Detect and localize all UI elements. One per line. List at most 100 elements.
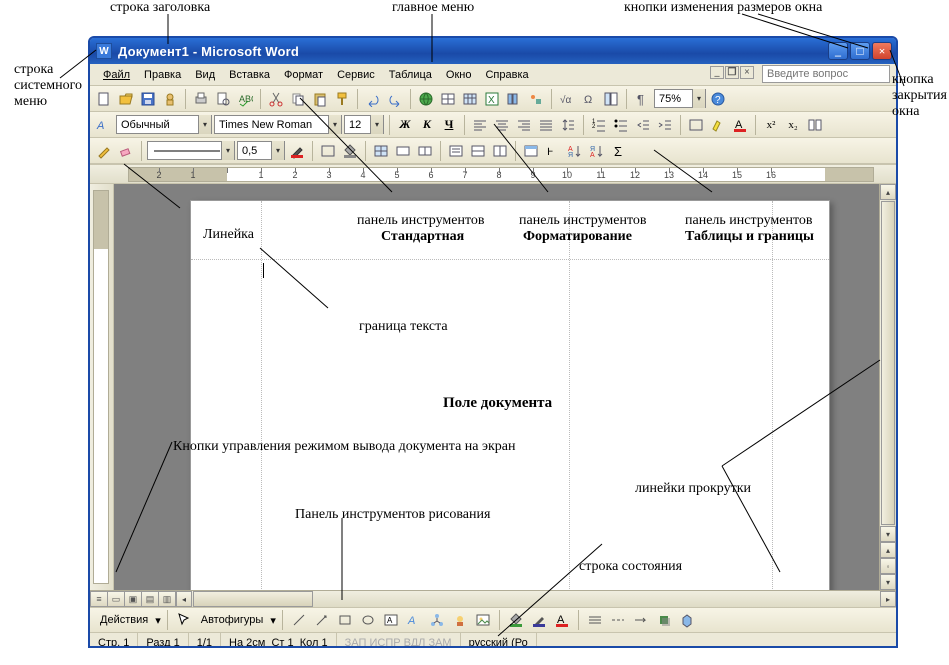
merge-cells-icon[interactable]: [393, 141, 413, 161]
text-direction-icon[interactable]: Ͱ: [543, 141, 563, 161]
columns-icon[interactable]: [504, 89, 524, 109]
zoom-combo[interactable]: 75%▾: [654, 89, 706, 108]
scroll-thumb-h[interactable]: [193, 591, 313, 607]
help-icon[interactable]: ?: [708, 89, 728, 109]
tables-borders-icon[interactable]: [438, 89, 458, 109]
drawing-toggle-icon[interactable]: [526, 89, 546, 109]
font-color2-icon[interactable]: A: [552, 610, 572, 630]
line-spacing-icon[interactable]: [558, 115, 578, 135]
line-weight-combo[interactable]: 0,5▾: [237, 141, 285, 160]
align-right-icon[interactable]: [514, 115, 534, 135]
outdent-icon[interactable]: [633, 115, 653, 135]
3d-icon[interactable]: [677, 610, 697, 630]
spell-check-icon[interactable]: ABC: [235, 89, 255, 109]
menu-window[interactable]: Окно: [439, 67, 479, 83]
open-icon[interactable]: [116, 89, 136, 109]
menu-tools[interactable]: Сервис: [330, 67, 382, 83]
superscript-button[interactable]: x²: [761, 115, 781, 135]
textbox-icon[interactable]: A: [381, 610, 401, 630]
paste-icon[interactable]: [310, 89, 330, 109]
insert-table2-icon[interactable]: [371, 141, 391, 161]
bold-button[interactable]: Ж: [395, 115, 415, 135]
ask-question-box[interactable]: [762, 65, 890, 83]
style-combo[interactable]: Обычный▾: [116, 115, 212, 134]
cell-align-icon[interactable]: [446, 141, 466, 161]
fill-color-icon[interactable]: [506, 610, 526, 630]
outside-border-icon[interactable]: [318, 141, 338, 161]
browse-object-icon[interactable]: ◦: [880, 558, 896, 574]
scroll-down-icon[interactable]: ▾: [880, 526, 896, 542]
hyperlink-icon[interactable]: [416, 89, 436, 109]
bullet-list-icon[interactable]: [611, 115, 631, 135]
save-icon[interactable]: [138, 89, 158, 109]
show-marks-icon[interactable]: ¶: [632, 89, 652, 109]
align-left-icon[interactable]: [470, 115, 490, 135]
view-reading-icon[interactable]: ▥: [158, 591, 176, 607]
format-painter-icon[interactable]: [332, 89, 352, 109]
close-button[interactable]: ×: [872, 42, 892, 60]
shadow-icon[interactable]: [654, 610, 674, 630]
redo-icon[interactable]: [385, 89, 405, 109]
menu-table[interactable]: Таблица: [382, 67, 439, 83]
select-arrow-icon[interactable]: [174, 610, 194, 630]
eraser-icon[interactable]: [116, 141, 136, 161]
subscript-button[interactable]: x₂: [783, 115, 803, 135]
menu-help[interactable]: Справка: [478, 67, 535, 83]
equation-icon[interactable]: √α: [557, 89, 577, 109]
scroll-up-icon[interactable]: ▴: [880, 184, 896, 200]
doc-map-icon[interactable]: [601, 89, 621, 109]
indent-icon[interactable]: [655, 115, 675, 135]
doc-restore[interactable]: ❐: [725, 66, 739, 79]
browse-prev-icon[interactable]: ▴: [880, 542, 896, 558]
scroll-left-icon[interactable]: ◂: [176, 591, 192, 607]
arrow-style-icon[interactable]: [631, 610, 651, 630]
font-size-combo[interactable]: 12▾: [344, 115, 384, 134]
split-cells-icon[interactable]: [415, 141, 435, 161]
print-icon[interactable]: [191, 89, 211, 109]
scrollbar-vertical[interactable]: ▴ ▾ ▴ ◦ ▾: [879, 184, 896, 590]
style-well-icon[interactable]: A: [94, 115, 114, 135]
print-preview-icon[interactable]: [213, 89, 233, 109]
omega-icon[interactable]: Ω: [579, 89, 599, 109]
cut-icon[interactable]: [266, 89, 286, 109]
sort-asc-icon[interactable]: АЯ: [565, 141, 585, 161]
insert-table-icon[interactable]: [460, 89, 480, 109]
ruler-horizontal[interactable]: 32112345678910111213141516: [90, 164, 896, 184]
dist-rows-icon[interactable]: [468, 141, 488, 161]
clipart-icon[interactable]: [450, 610, 470, 630]
line-style-combo[interactable]: ▾: [147, 141, 235, 160]
permissions-icon[interactable]: [160, 89, 180, 109]
autoformat-icon[interactable]: [521, 141, 541, 161]
menu-file[interactable]: Файл: [96, 67, 137, 83]
draw-table-icon[interactable]: [94, 141, 114, 161]
dist-cols-icon[interactable]: [490, 141, 510, 161]
scrollbar-horizontal[interactable]: ◂ ▸: [176, 591, 896, 607]
diagram-icon[interactable]: [427, 610, 447, 630]
view-web-icon[interactable]: ▭: [107, 591, 125, 607]
drawing-actions-menu[interactable]: Действия: [96, 614, 152, 626]
autosum-icon[interactable]: Σ: [609, 141, 629, 161]
align-justify-icon[interactable]: [536, 115, 556, 135]
maximize-button[interactable]: □: [850, 42, 870, 60]
excel-icon[interactable]: X: [482, 89, 502, 109]
shading-color-icon[interactable]: [340, 141, 360, 161]
arrow-icon[interactable]: [312, 610, 332, 630]
line-icon[interactable]: [289, 610, 309, 630]
font-combo[interactable]: Times New Roman▾: [214, 115, 342, 134]
scroll-right-icon[interactable]: ▸: [880, 591, 896, 607]
copy-icon[interactable]: [288, 89, 308, 109]
autoshapes-menu[interactable]: Автофигуры: [197, 614, 268, 626]
dash-style-icon[interactable]: [608, 610, 628, 630]
menu-edit[interactable]: Правка: [137, 67, 188, 83]
page-viewport[interactable]: Линейка панель инструментов Стандартная …: [114, 184, 879, 590]
highlight-icon[interactable]: [708, 115, 728, 135]
ruler-vertical[interactable]: [90, 184, 114, 590]
menu-insert[interactable]: Вставка: [222, 67, 277, 83]
view-print-icon[interactable]: ▣: [124, 591, 142, 607]
menu-view[interactable]: Вид: [188, 67, 222, 83]
menu-format[interactable]: Формат: [277, 67, 330, 83]
italic-button[interactable]: К: [417, 115, 437, 135]
line-style-icon[interactable]: [585, 610, 605, 630]
underline-button[interactable]: Ч: [439, 115, 459, 135]
oval-icon[interactable]: [358, 610, 378, 630]
